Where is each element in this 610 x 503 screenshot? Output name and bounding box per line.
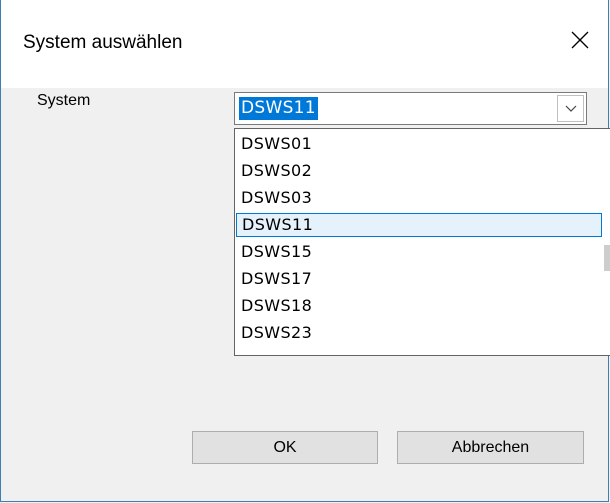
close-icon <box>571 31 589 54</box>
dropdown-option[interactable]: DSWS18 <box>236 294 602 318</box>
title-bar: System auswählen <box>1 0 608 88</box>
dropdown-option[interactable]: DSWS15 <box>236 240 602 264</box>
dialog-title: System auswählen <box>23 32 183 53</box>
dropdown-option[interactable]: DSWS01 <box>236 132 602 156</box>
system-combobox-value[interactable]: DSWS11 <box>239 97 318 120</box>
ok-button[interactable]: OK <box>192 431 378 464</box>
system-select-dialog: System auswählen System DSWS11 DSWS01 DS… <box>0 0 610 502</box>
dropdown-option[interactable]: DSWS03 <box>236 186 602 210</box>
dropdown-scrollbar-thumb[interactable] <box>604 245 610 271</box>
dropdown-option-selected[interactable]: DSWS11 <box>236 213 602 237</box>
chevron-down-icon <box>565 100 577 118</box>
system-combobox[interactable]: DSWS11 <box>234 92 587 125</box>
dropdown-toggle-button[interactable] <box>557 95 584 122</box>
dropdown-option[interactable]: DSWS23 <box>236 321 602 345</box>
dropdown-option[interactable]: DSWS02 <box>236 159 602 183</box>
dropdown-option[interactable]: DSWS17 <box>236 267 602 291</box>
system-dropdown-list[interactable]: DSWS01 DSWS02 DSWS03 DSWS11 DSWS15 DSWS1… <box>234 128 610 356</box>
close-button[interactable] <box>552 18 608 66</box>
cancel-button[interactable]: Abbrechen <box>397 431 584 464</box>
system-label: System <box>37 92 91 109</box>
